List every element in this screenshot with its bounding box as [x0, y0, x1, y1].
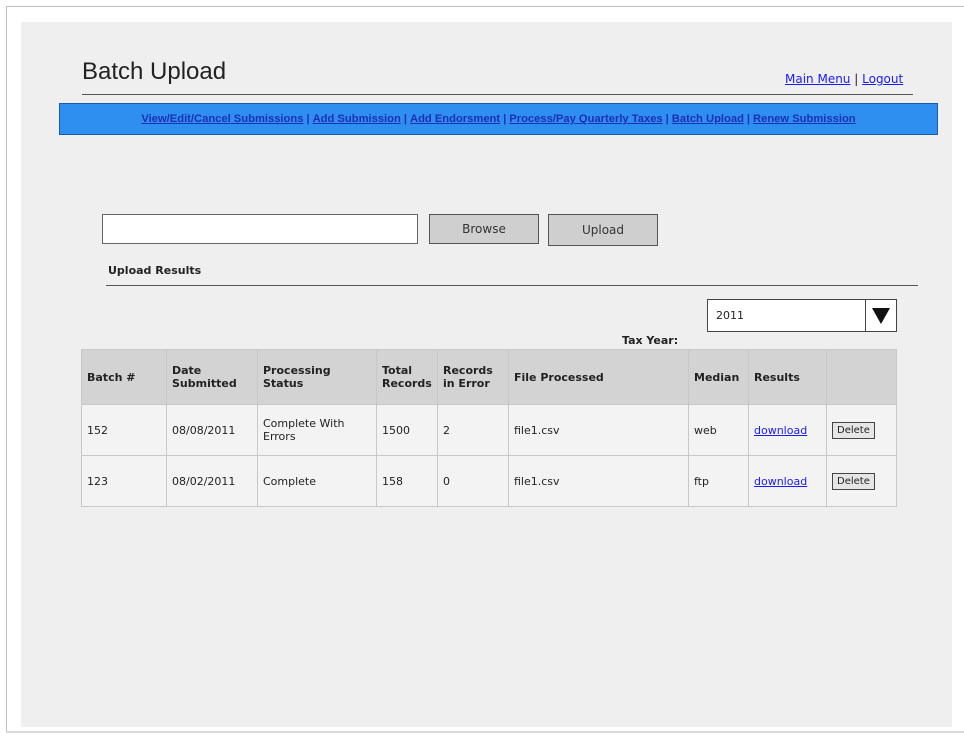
top-links-separator: | — [854, 72, 859, 86]
top-links: Main Menu | Logout — [785, 72, 903, 86]
file-path-input[interactable] — [102, 214, 418, 244]
results-table: Batch # Date Submitted Processing Status… — [81, 349, 897, 507]
results-divider — [106, 285, 918, 286]
cell-status: Complete With Errors — [257, 404, 377, 456]
cell-actions: Delete — [826, 455, 897, 507]
column-header-date-submitted: Date Submitted — [166, 349, 258, 405]
logout-link[interactable]: Logout — [862, 72, 903, 86]
dropdown-button[interactable] — [865, 300, 896, 331]
upload-button[interactable]: Upload — [548, 214, 658, 246]
column-header-actions — [826, 349, 897, 405]
tax-year-label: Tax Year: — [622, 334, 679, 347]
nav-separator: | — [746, 113, 751, 125]
table-row: 123 08/02/2011 Complete 158 0 file1.csv … — [81, 455, 897, 507]
delete-button[interactable]: Delete — [832, 472, 875, 490]
cell-date: 08/02/2011 — [166, 455, 258, 507]
title-divider — [82, 94, 913, 95]
nav-add-endorsment[interactable]: Add Endorsment — [410, 113, 500, 125]
cell-records-in-error: 2 — [437, 404, 509, 456]
column-header-batch: Batch # — [81, 349, 167, 405]
table-row: 152 08/08/2011 Complete With Errors 1500… — [81, 404, 897, 456]
nav-separator: | — [665, 113, 669, 125]
cell-file-processed: file1.csv — [508, 455, 689, 507]
table-header-row: Batch # Date Submitted Processing Status… — [81, 349, 897, 405]
column-header-results: Results — [748, 349, 827, 405]
cell-median: ftp — [688, 455, 749, 507]
cell-total-records: 1500 — [376, 404, 438, 456]
browse-button[interactable]: Browse — [429, 214, 539, 244]
cell-results: download — [748, 404, 827, 456]
column-header-median: Median — [688, 349, 749, 405]
column-header-file-processed: File Processed — [508, 349, 689, 405]
nav-renew-submission[interactable]: Renew Submission — [753, 113, 856, 125]
cell-results: download — [748, 455, 827, 507]
upload-results-label: Upload Results — [108, 264, 202, 277]
chevron-down-icon — [872, 307, 890, 324]
nav-add-submission[interactable]: Add Submission — [313, 113, 401, 125]
cell-file-processed: file1.csv — [508, 404, 689, 456]
nav-separator: | — [403, 113, 407, 125]
nav-separator: | — [503, 113, 507, 125]
cell-batch: 152 — [81, 404, 167, 456]
column-header-processing-status: Processing Status — [257, 349, 377, 405]
cell-actions: Delete — [826, 404, 897, 456]
page-title: Batch Upload — [82, 58, 227, 85]
download-link[interactable]: download — [754, 475, 807, 488]
tax-year-value: 2011 — [716, 309, 744, 322]
column-header-records-in-error: Records in Error — [437, 349, 509, 405]
window-border-left — [6, 6, 7, 732]
delete-button[interactable]: Delete — [832, 421, 875, 439]
column-header-total-records: Total Records — [376, 349, 438, 405]
window-border-bottom — [6, 731, 964, 733]
cell-median: web — [688, 404, 749, 456]
download-link[interactable]: download — [754, 424, 807, 437]
cell-total-records: 158 — [376, 455, 438, 507]
cell-date: 08/08/2011 — [166, 404, 258, 456]
nav-view-edit-cancel-submissions[interactable]: View/Edit/Cancel Submissions — [141, 113, 303, 125]
nav-process-pay-quarterly-taxes[interactable]: Process/Pay Quarterly Taxes — [509, 113, 662, 125]
nav-separator: | — [306, 113, 310, 125]
cell-records-in-error: 0 — [437, 455, 509, 507]
nav-bar: View/Edit/Cancel Submissions | Add Submi… — [59, 103, 938, 135]
nav-batch-upload[interactable]: Batch Upload — [672, 113, 744, 125]
cell-batch: 123 — [81, 455, 167, 507]
window-border-top — [6, 6, 964, 7]
tax-year-select[interactable]: 2011 — [707, 299, 897, 332]
cell-status: Complete — [257, 455, 377, 507]
main-menu-link[interactable]: Main Menu — [785, 72, 850, 86]
